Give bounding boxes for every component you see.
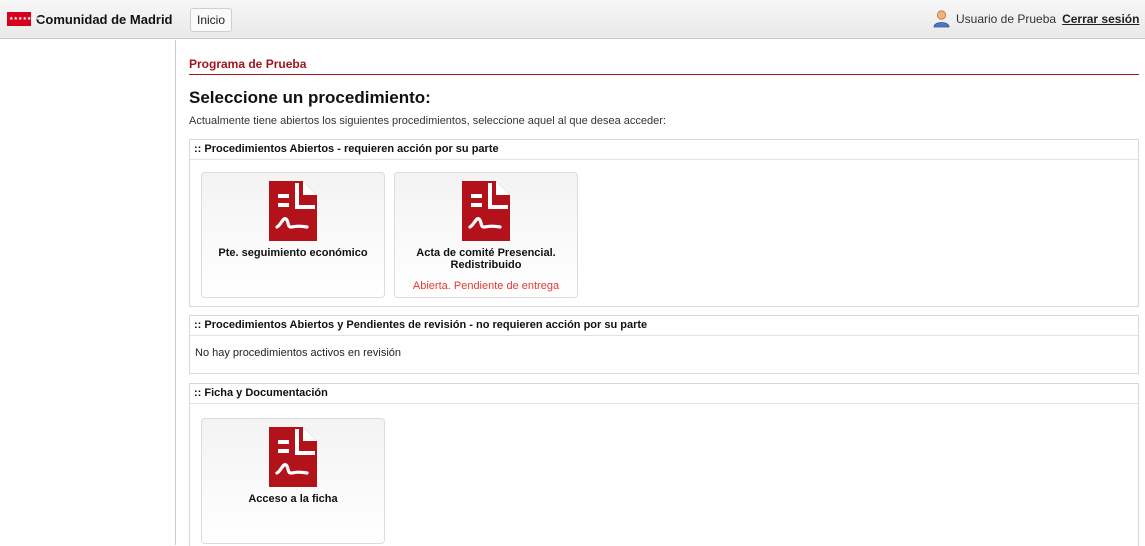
user-avatar-icon — [933, 10, 950, 28]
brand-name: Comunidad de Madrid — [36, 11, 173, 27]
section-ficha-documentacion: :: Ficha y Documentación Acceso a la fic… — [189, 383, 1139, 546]
user-name: Usuario de Prueba — [956, 12, 1057, 26]
intro-text: Actualmente tiene abiertos los siguiente… — [189, 115, 666, 127]
program-divider — [189, 74, 1139, 75]
document-signature-icon — [269, 181, 317, 241]
document-signature-icon — [269, 427, 317, 487]
brand-logo[interactable]: ★★★★★★★ Comunidad de Madrid — [7, 11, 173, 27]
section-title: :: Ficha y Documentación — [190, 384, 1138, 404]
section-review-procedures: :: Procedimientos Abiertos y Pendientes … — [189, 315, 1139, 374]
card-title: Acceso a la ficha — [248, 493, 338, 505]
home-button[interactable]: Inicio — [190, 8, 233, 32]
procedure-card-acta[interactable]: Acta de comité Presencial. Redistribuido… — [394, 172, 578, 298]
section-title: :: Procedimientos Abiertos y Pendientes … — [190, 316, 1138, 336]
logout-link[interactable]: Cerrar sesión — [1062, 12, 1139, 26]
procedure-card-ficha[interactable]: Acceso a la ficha — [201, 418, 385, 544]
procedure-card-seguimiento[interactable]: Pte. seguimiento económico — [201, 172, 385, 298]
program-title: Programa de Prueba — [189, 57, 307, 71]
empty-message: No hay procedimientos activos en revisió… — [195, 347, 402, 359]
page-heading: Seleccione un procedimiento: — [189, 88, 431, 107]
document-signature-icon — [462, 181, 510, 241]
madrid-flag-icon: ★★★★★★★ — [7, 12, 40, 26]
card-title: Pte. seguimiento económico — [218, 247, 368, 259]
sidebar-divider — [175, 40, 176, 545]
card-status: Abierta. Pendiente de entrega — [412, 280, 560, 292]
section-title: :: Procedimientos Abiertos - requieren a… — [190, 140, 1138, 160]
top-bar: ★★★★★★★ Comunidad de Madrid Inicio Usuar… — [0, 0, 1145, 39]
section-open-procedures: :: Procedimientos Abiertos - requieren a… — [189, 139, 1139, 307]
user-area: Usuario de Prueba Cerrar sesión — [933, 9, 1139, 29]
card-title: Acta de comité Presencial. Redistribuido — [416, 247, 556, 271]
